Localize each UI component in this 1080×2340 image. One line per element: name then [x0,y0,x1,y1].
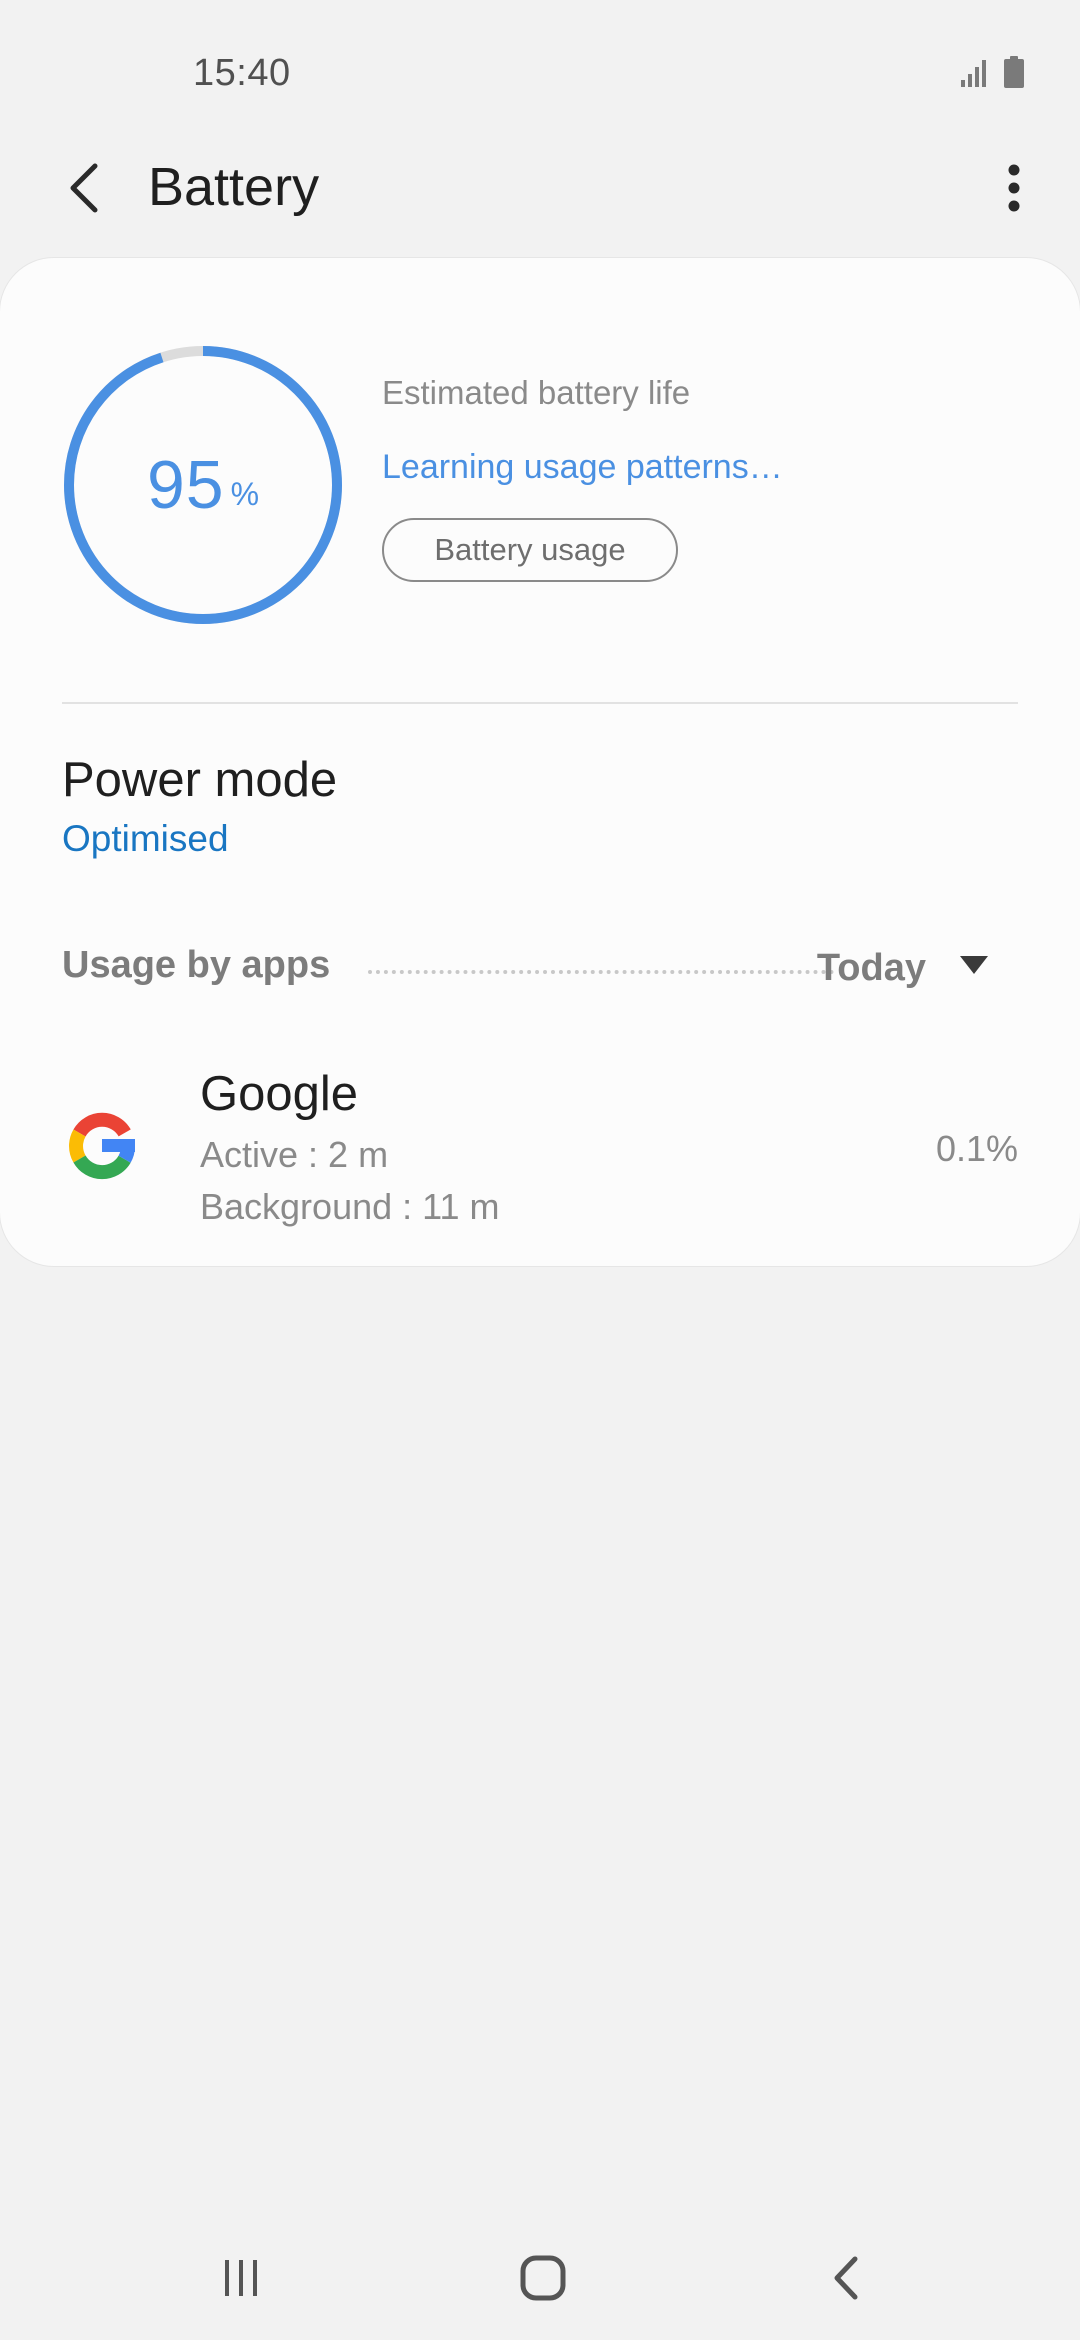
battery-level-unit: % [230,475,260,512]
more-options-button[interactable] [984,158,1044,222]
power-mode-title: Power mode [62,753,338,807]
app-usage-row[interactable]: Google Active : 2 m Background : 11 m 0.… [0,1058,1080,1238]
app-usage-percent: 0.1% [935,1128,1018,1169]
battery-usage-button[interactable]: Battery usage [382,518,678,582]
status-icons [960,56,1024,93]
page-title: Battery [148,157,320,217]
period-dropdown[interactable]: Today [817,938,988,998]
power-mode-value: Optimised [62,818,229,859]
more-vertical-icon [1008,164,1020,217]
back-icon [831,2256,861,2305]
app-bar: Battery [0,140,1080,240]
home-button[interactable] [503,2248,583,2312]
battery-level-number: 95 [146,447,225,523]
home-icon [520,2255,566,2306]
app-background-time: Background : 11 m [200,1186,500,1227]
google-icon [62,1106,142,1186]
estimate-status-text: Learning usage patterns… [382,448,783,486]
battery-percentage: 95 % [58,340,348,630]
battery-card: 95 % Estimated battery life Learning usa… [0,258,1080,1266]
recents-button[interactable] [201,2248,281,2312]
period-selected-value: Today [816,946,926,989]
app-name: Google [200,1067,359,1121]
navigation-bar [0,2220,1080,2340]
divider [62,702,1018,704]
usage-by-apps-label: Usage by apps [62,944,331,986]
back-arrow-icon [67,162,101,219]
status-time: 15:40 [193,52,291,94]
recents-icon [221,2258,261,2303]
dropdown-arrow-icon [960,955,988,981]
nav-back-button[interactable] [806,2248,886,2312]
app-active-time: Active : 2 m [200,1134,389,1175]
status-bar: 15:40 [0,0,1080,150]
signal-icon [960,58,990,93]
battery-icon [1004,56,1024,93]
back-button[interactable] [54,158,114,222]
estimated-battery-label: Estimated battery life [382,374,691,411]
dotted-separator [368,970,834,974]
usage-by-apps-header: Usage by apps Today [62,938,1018,998]
